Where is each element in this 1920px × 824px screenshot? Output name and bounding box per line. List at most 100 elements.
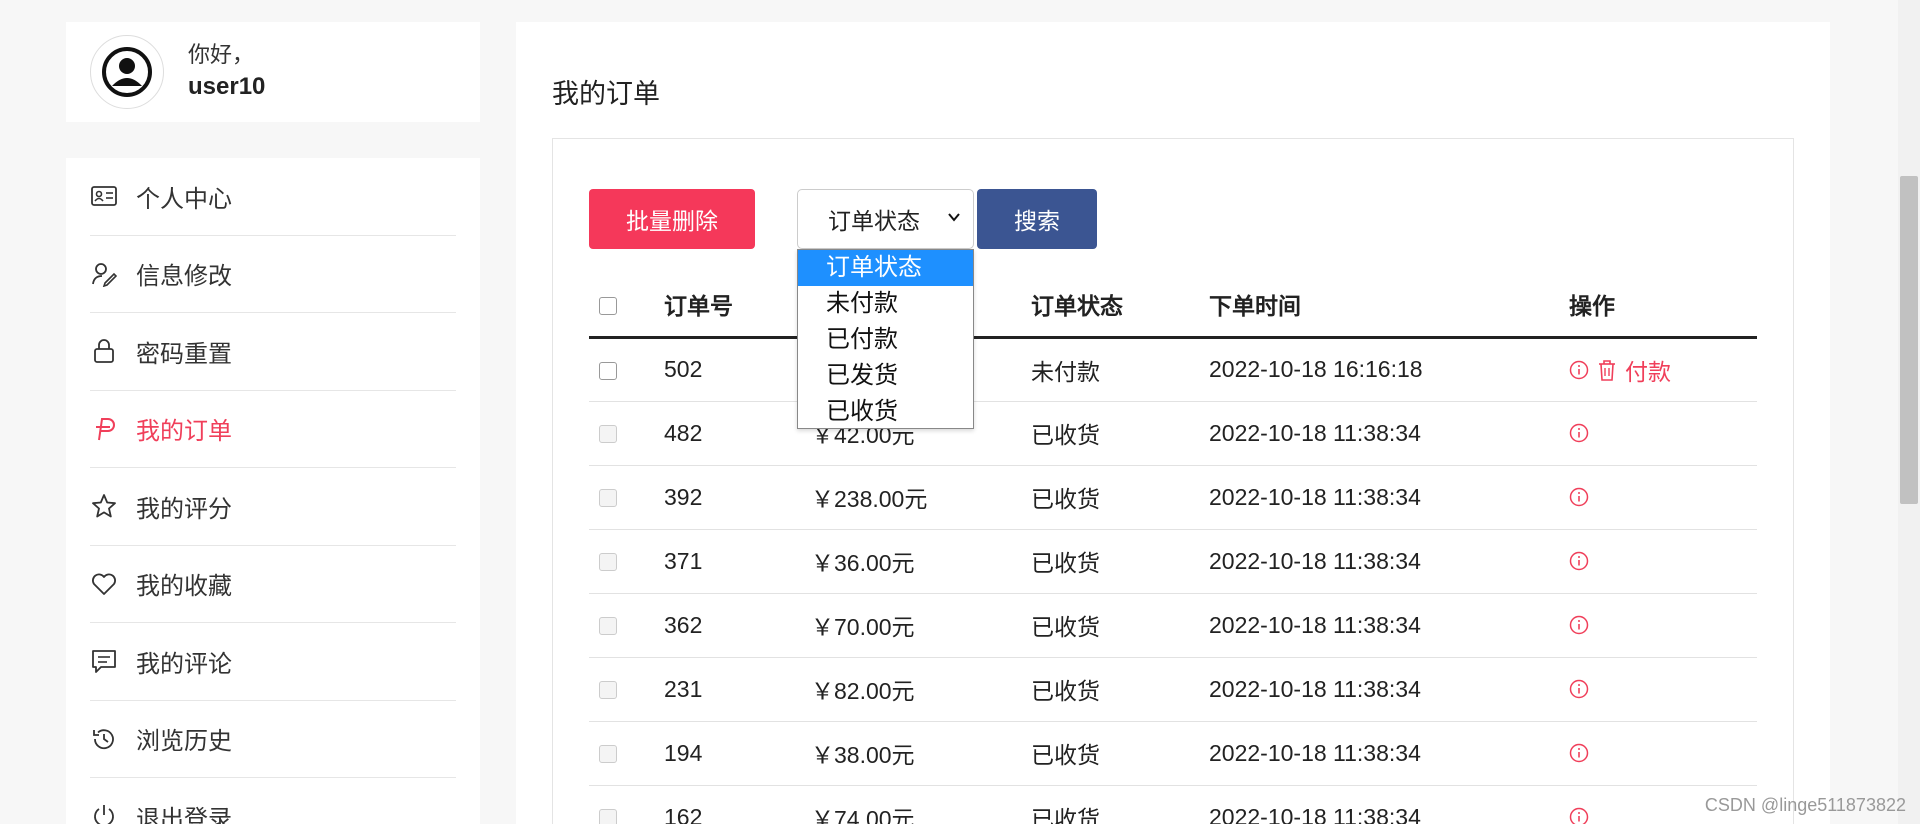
order-status: 已收货 <box>1031 465 1209 530</box>
row-checkbox[interactable] <box>599 361 617 380</box>
row-actions <box>1569 743 1757 763</box>
header-order-id: 订单号 <box>664 273 811 339</box>
info-icon[interactable] <box>1569 807 1589 824</box>
header-status: 订单状态 <box>1031 273 1209 339</box>
table-header-row: 订单号 订单金额 订单状态 下单时间 操作 <box>589 273 1757 339</box>
info-icon[interactable] <box>1569 423 1589 443</box>
sidebar-item-edit-info[interactable]: 信息修改 <box>90 236 456 313</box>
order-status-select-value: 订单状态 <box>828 208 920 234</box>
sidebar-item-logout[interactable]: 退出登录 <box>90 778 456 824</box>
order-status: 未付款 <box>1031 337 1209 402</box>
id-card-icon <box>90 182 118 210</box>
order-time: 2022-10-18 16:16:18 <box>1209 337 1569 402</box>
table-row: 162 ￥74.00元 已收货 2022-10-18 11:38:34 <box>589 785 1757 824</box>
sidebar-item-label: 浏览历史 <box>136 728 232 756</box>
sidebar-item-password-reset[interactable]: 密码重置 <box>90 313 456 391</box>
batch-delete-button[interactable]: 批量删除 <box>589 189 755 249</box>
table-row: 231 ￥82.00元 已收货 2022-10-18 11:38:34 <box>589 657 1757 722</box>
order-status: 已收货 <box>1031 529 1209 594</box>
order-amount: ￥70.00元 <box>811 593 1031 658</box>
dropdown-option-order-status[interactable]: 订单状态 <box>798 250 973 286</box>
order-id: 392 <box>664 465 811 530</box>
comment-icon <box>90 647 118 675</box>
page: 你好， user10 个人中心 信息修改 密码重置 我的订单 我的评分 我的收藏… <box>0 0 1920 824</box>
info-icon[interactable] <box>1569 679 1589 699</box>
order-id: 371 <box>664 529 811 594</box>
sidebar-item-label: 密码重置 <box>136 340 232 368</box>
order-amount: ￥82.00元 <box>811 657 1031 722</box>
orders-table: 订单号 订单金额 订单状态 下单时间 操作 502 未付款 2022-10-18… <box>589 273 1757 824</box>
order-id: 502 <box>664 337 811 402</box>
order-status: 已收货 <box>1031 401 1209 466</box>
dropdown-option-paid[interactable]: 已付款 <box>798 322 973 358</box>
order-status: 已收货 <box>1031 785 1209 824</box>
avatar[interactable] <box>90 35 164 109</box>
table-row: 194 ￥38.00元 已收货 2022-10-18 11:38:34 <box>589 721 1757 786</box>
order-id: 362 <box>664 593 811 658</box>
order-id: 231 <box>664 657 811 722</box>
info-icon[interactable] <box>1569 615 1589 635</box>
dropdown-option-shipped[interactable]: 已发货 <box>798 358 973 394</box>
sidebar-item-my-ratings[interactable]: 我的评分 <box>90 468 456 546</box>
orders-container: 批量删除 订单状态 搜索 订单状态 未付款 已付款 已发货 已收货 订单号 订单… <box>552 138 1794 824</box>
info-icon[interactable] <box>1569 743 1589 763</box>
sidebar-item-my-favorites[interactable]: 我的收藏 <box>90 546 456 623</box>
info-icon[interactable] <box>1569 551 1589 571</box>
order-time: 2022-10-18 11:38:34 <box>1209 529 1569 594</box>
order-amount: ￥74.00元 <box>811 785 1031 824</box>
row-checkbox <box>599 425 617 444</box>
page-scrollbar[interactable] <box>1898 0 1920 824</box>
scrollbar-thumb[interactable] <box>1900 176 1918 504</box>
sidebar-item-label: 我的收藏 <box>136 573 232 601</box>
sidebar-item-my-comments[interactable]: 我的评论 <box>90 623 456 701</box>
user-card: 你好， user10 <box>66 22 480 122</box>
info-icon[interactable] <box>1569 360 1589 380</box>
sidebar-item-my-orders[interactable]: 我的订单 <box>90 391 456 468</box>
pay-link[interactable]: 付款 <box>1625 353 1671 387</box>
order-amount: ￥38.00元 <box>811 721 1031 786</box>
select-all-checkbox[interactable] <box>599 296 617 315</box>
sidebar-item-history[interactable]: 浏览历史 <box>90 701 456 778</box>
table-row: 502 未付款 2022-10-18 16:16:18 付款 <box>589 337 1757 402</box>
order-status-select[interactable]: 订单状态 <box>797 189 974 249</box>
row-checkbox <box>599 489 617 508</box>
payment-icon <box>90 415 118 443</box>
main-panel: 我的订单 批量删除 订单状态 搜索 订单状态 未付款 已付款 已发货 已收货 订… <box>516 22 1830 824</box>
trash-icon[interactable] <box>1597 359 1617 381</box>
greeting: 你好， user10 <box>188 40 265 104</box>
user-edit-icon <box>90 260 118 288</box>
order-time: 2022-10-18 11:38:34 <box>1209 785 1569 824</box>
table-row: 362 ￥70.00元 已收货 2022-10-18 11:38:34 <box>589 593 1757 658</box>
row-actions <box>1569 679 1757 699</box>
order-status-dropdown: 订单状态 未付款 已付款 已发货 已收货 <box>797 249 974 429</box>
dropdown-option-received[interactable]: 已收货 <box>798 394 973 430</box>
user-avatar-icon <box>102 47 152 97</box>
row-actions <box>1569 487 1757 507</box>
table-row: 482 ￥42.00元 已收货 2022-10-18 11:38:34 <box>589 401 1757 466</box>
order-id: 194 <box>664 721 811 786</box>
heart-icon <box>90 570 118 598</box>
order-time: 2022-10-18 11:38:34 <box>1209 721 1569 786</box>
order-id: 162 <box>664 785 811 824</box>
search-button[interactable]: 搜索 <box>977 189 1097 249</box>
row-checkbox <box>599 553 617 572</box>
greeting-text: 你好， <box>188 42 255 67</box>
order-amount: ￥238.00元 <box>811 465 1031 530</box>
row-checkbox <box>599 745 617 764</box>
order-status: 已收货 <box>1031 721 1209 786</box>
order-id: 482 <box>664 401 811 466</box>
row-actions <box>1569 551 1757 571</box>
order-amount: ￥36.00元 <box>811 529 1031 594</box>
info-icon[interactable] <box>1569 487 1589 507</box>
order-time: 2022-10-18 11:38:34 <box>1209 465 1569 530</box>
sidebar-item-label: 我的评分 <box>136 495 232 523</box>
row-actions <box>1569 423 1757 443</box>
sidebar-item-label: 我的订单 <box>136 418 232 446</box>
sidebar-item-label: 个人中心 <box>136 185 232 213</box>
order-status: 已收货 <box>1031 657 1209 722</box>
sidebar-item-profile[interactable]: 个人中心 <box>90 158 456 236</box>
row-actions: 付款 <box>1569 353 1757 387</box>
dropdown-option-unpaid[interactable]: 未付款 <box>798 286 973 322</box>
history-icon <box>90 725 118 753</box>
star-icon <box>90 492 118 520</box>
